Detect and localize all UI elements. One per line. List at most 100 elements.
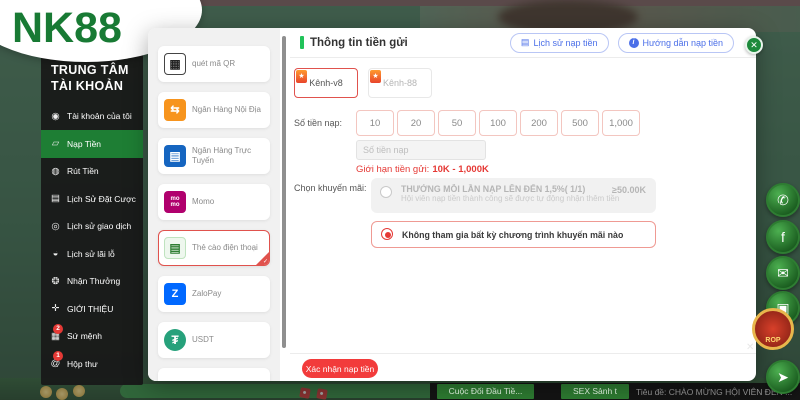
facebook-button[interactable]: f — [766, 220, 800, 254]
account-sidebar: TRUNG TÂM TÀI KHOẢN ◉ Tài khoản của tôi … — [41, 54, 143, 385]
amount-button-1000[interactable]: 1,000 — [602, 110, 640, 136]
transaction-history-icon: ◎ — [51, 220, 60, 232]
payment-method-label: USDT — [192, 335, 214, 344]
amount-button-200[interactable]: 200 — [520, 110, 558, 136]
amount-button-20[interactable]: 20 — [397, 110, 435, 136]
rewards-icon: ❂ — [51, 275, 60, 287]
hot-badge-icon: ★ — [296, 70, 307, 83]
amount-button-500[interactable]: 500 — [561, 110, 599, 136]
modal-scrollbar[interactable] — [282, 36, 286, 348]
payment-method-label: Thẻ cào điện thoại — [192, 243, 258, 252]
support-chat-button[interactable]: ✆ — [766, 183, 800, 217]
sidebar-item-bet-history[interactable]: ▤ Lịch Sử Đặt Cược — [41, 185, 143, 213]
payment-method-label: quét mã QR — [192, 59, 236, 68]
sidebar-item-label: Lịch Sử Đặt Cược — [67, 193, 136, 204]
sidebar-item-rewards[interactable]: ❂ Nhận Thưởng — [41, 268, 143, 296]
sidebar-item-transaction-history[interactable]: ◎ Lịch sử giao dịch — [41, 213, 143, 241]
tab-channel-v8[interactable]: ★ Kênh-v8 — [294, 68, 358, 98]
deposit-history-label: Lịch sử nạp tiền — [533, 37, 598, 48]
sidebar-item-label: Rút Tiền — [67, 166, 99, 177]
radio-unchecked[interactable] — [380, 186, 392, 198]
quick-amounts: 10 20 50 100 200 500 1,000 — [356, 110, 640, 136]
payment-method-partial[interactable] — [158, 368, 270, 381]
telegram-icon: ➤ — [777, 368, 789, 385]
payment-method-label: ZaloPay — [192, 289, 222, 298]
sidebar-item-label: Lịch sử lãi lỗ — [67, 248, 115, 259]
referral-icon: ✛ — [51, 303, 60, 315]
channel-tab-label: Kênh-88 — [382, 78, 418, 88]
tab-channel-88[interactable]: ★ Kênh-88 — [368, 68, 432, 98]
drop-promo-badge[interactable]: ROP — [752, 308, 794, 350]
phone-card-icon: ▤ — [164, 237, 186, 259]
payment-method-momo[interactable]: mo mo Momo — [158, 184, 270, 220]
promo-title: Không tham gia bất kỳ chương trình khuyế… — [402, 230, 624, 240]
telegram-button[interactable]: ➤ — [766, 360, 800, 394]
payment-method-label: Ngân Hàng Trực Tuyến — [192, 146, 252, 165]
deposit-guide-button[interactable]: i Hướng dẫn nạp tiền — [617, 32, 734, 53]
sidebar-item-label: Hộp thư — [67, 358, 98, 369]
game-tile-label[interactable]: Cuộc Đối Đầu Tiề... — [437, 384, 534, 399]
channel-tab-label: Kênh-v8 — [309, 78, 343, 88]
sidebar-item-missions[interactable]: ▦ 2 Sứ mệnh — [41, 323, 143, 351]
account-icon: ◉ — [51, 110, 60, 122]
online-bank-icon: ▤ — [164, 145, 186, 167]
deposit-amount-input[interactable] — [356, 140, 486, 160]
promo-option-bonus[interactable]: THƯỞNG MỖI LẦN NẠP LÊN ĐẾN 1,5%( 1/1) Hộ… — [371, 178, 656, 213]
promo-subtitle: Hội viên nạp tiền thành công sẽ được tự … — [401, 194, 620, 203]
amount-button-50[interactable]: 50 — [438, 110, 476, 136]
amount-label: Số tiền nạp: — [294, 118, 343, 128]
payment-method-list: ▦ quét mã QR ⇆ Ngân Hàng Nội Địa ▤ Ngân … — [148, 28, 280, 381]
qr-code-icon: ▦ — [164, 53, 186, 75]
channel-tabs: ★ Kênh-v8 ★ Kênh-88 — [294, 68, 432, 98]
deposit-history-button[interactable]: ▤ Lịch sử nạp tiền — [509, 32, 609, 53]
history-clipboard-icon: ▤ — [520, 37, 530, 47]
payment-method-qr[interactable]: ▦ quét mã QR — [158, 46, 270, 82]
momo-icon: mo mo — [164, 191, 186, 213]
amount-button-10[interactable]: 10 — [356, 110, 394, 136]
radio-checked[interactable] — [381, 228, 393, 240]
payment-method-phone-card[interactable]: ▤ Thẻ cào điện thoại ✓ — [158, 230, 270, 266]
payment-method-online-bank[interactable]: ▤ Ngân Hàng Trực Tuyến — [158, 138, 270, 174]
sidebar-item-deposit[interactable]: ▱ Nạp Tiền — [41, 130, 143, 158]
dismiss-promo-icon[interactable]: ✕ — [746, 342, 754, 353]
deposit-icon: ▱ — [51, 138, 60, 150]
facebook-icon: f — [781, 229, 785, 245]
sidebar-title: TRUNG TÂM TÀI KHOẢN — [51, 63, 129, 94]
momo-icon-text: mo — [170, 202, 180, 208]
sidebar-item-label: Lịch sử giao dịch — [67, 221, 132, 232]
promo-option-none[interactable]: Không tham gia bất kỳ chương trình khuyế… — [371, 221, 656, 248]
deposit-limit-label: Giới hạn tiền gửi: — [356, 164, 430, 175]
game-tile-label[interactable]: SEX Sảnh t — [561, 384, 629, 399]
sidebar-item-label: Nhận Thưởng — [67, 276, 121, 287]
usdt-icon: ₮ — [164, 329, 186, 351]
site-logo[interactable]: NK88 — [12, 4, 122, 53]
sidebar-item-referral[interactable]: ✛ GIỚI THIỆU — [41, 295, 143, 323]
bottom-game-strip: Cuộc Đối Đầu Tiề... SEX Sảnh t Tiêu đề: … — [430, 383, 800, 400]
bet-history-icon: ▤ — [51, 193, 60, 205]
sidebar-item-label: Tài khoản của tôi — [67, 111, 132, 122]
deposit-panel: Thông tin tiền gửi ▤ Lịch sử nạp tiền i … — [290, 28, 756, 381]
payment-method-zalopay[interactable]: Z ZaloPay — [158, 276, 270, 312]
deposit-modal: ▦ quét mã QR ⇆ Ngân Hàng Nội Địa ▤ Ngân … — [148, 28, 763, 381]
sidebar-item-withdraw[interactable]: ◍ Rút Tiền — [41, 158, 143, 186]
payment-method-usdt[interactable]: ₮ USDT — [158, 322, 270, 358]
close-modal-button[interactable]: ✕ — [745, 36, 763, 54]
zalopay-icon: Z — [164, 283, 186, 305]
amount-button-100[interactable]: 100 — [479, 110, 517, 136]
deposit-panel-header: Thông tin tiền gửi ▤ Lịch sử nạp tiền i … — [290, 28, 756, 58]
promo-options: THƯỞNG MỖI LẦN NẠP LÊN ĐẾN 1,5%( 1/1) Hộ… — [371, 178, 656, 248]
deposit-guide-label: Hướng dẫn nạp tiền — [642, 37, 723, 48]
sidebar-item-label: GIỚI THIỆU — [67, 303, 114, 314]
sidebar-item-inbox[interactable]: @ 1 Hộp thư — [41, 350, 143, 378]
confirm-deposit-button[interactable]: Xác nhận nạp tiền — [302, 359, 378, 378]
sidebar-item-profit-loss[interactable]: ◒ Lịch sử lãi lỗ — [41, 240, 143, 268]
hot-badge-icon: ★ — [370, 70, 381, 83]
support-chat-icon: ✆ — [777, 191, 789, 208]
payment-method-domestic-bank[interactable]: ⇆ Ngân Hàng Nội Địa — [158, 92, 270, 128]
sidebar-item-my-account[interactable]: ◉ Tài khoản của tôi — [41, 103, 143, 131]
profit-loss-icon: ◒ — [52, 248, 59, 260]
mail-icon: ✉ — [777, 264, 789, 281]
mail-button[interactable]: ✉ — [766, 256, 800, 290]
selected-check-icon: ✓ — [256, 252, 269, 265]
deposit-limit-value: 10K - 1,000K — [432, 164, 489, 175]
